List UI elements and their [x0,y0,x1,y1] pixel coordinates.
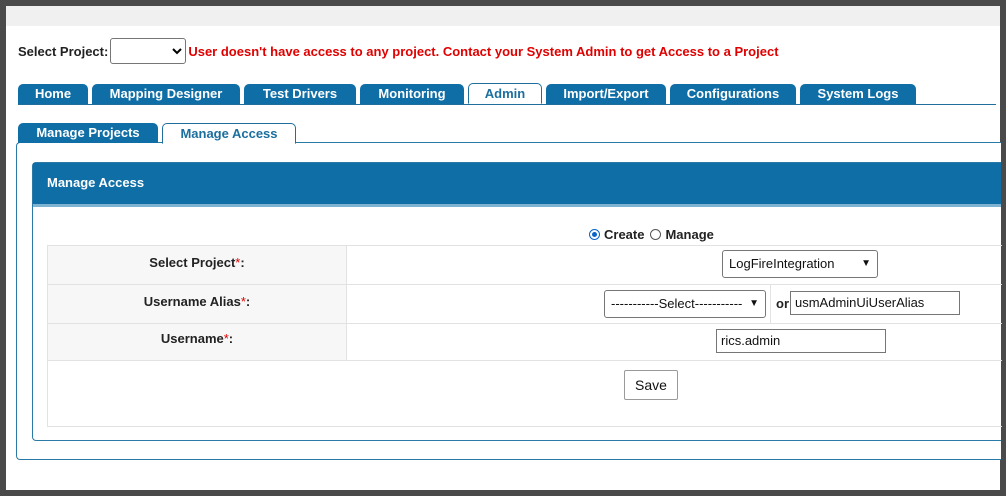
main-tab-bar: Home Mapping Designer Test Drivers Monit… [18,82,996,105]
colon: : [240,255,245,270]
create-radio[interactable] [589,228,600,240]
username-field-label: Username*: [48,324,347,360]
page: Select Project: User doesn't have access… [6,26,1002,490]
tab-manage-access[interactable]: Manage Access [162,123,296,144]
access-error-message: User doesn't have access to any project.… [188,43,779,59]
create-radio-label[interactable]: Create [604,227,644,242]
username-alias-row: Username Alias*: -----------Select------… [48,285,1002,324]
username-row: Username*: rics.admin [48,324,1002,361]
tab-home[interactable]: Home [18,84,88,104]
colon: : [245,294,251,309]
tab-mapping-designer[interactable]: Mapping Designer [92,84,240,104]
manage-access-title: Manage Access [33,163,1001,207]
select-project-row: Select Project*: LogFireIntegration ▼ [48,246,1002,285]
save-button[interactable]: Save [624,370,678,400]
tab-configurations[interactable]: Configurations [670,84,796,104]
username-alias-field-label: Username Alias*: [48,285,347,323]
username-text: Username [160,331,224,346]
tab-system-logs[interactable]: System Logs [800,84,916,104]
project-dropdown-value: LogFireIntegration [729,256,835,271]
tab-import-export[interactable]: Import/Export [546,84,666,104]
chevron-down-icon: ▼ [861,258,871,269]
select-project-label: Select Project: [18,43,109,59]
project-select[interactable] [110,38,187,64]
manage-radio[interactable] [650,228,662,240]
cell-divider [770,285,771,323]
project-bar: Select Project: User doesn't have access… [18,38,779,64]
manage-radio-label[interactable]: Manage [665,227,713,242]
tab-test-drivers[interactable]: Test Drivers [244,84,356,104]
access-form: Select Project*: LogFireIntegration ▼ Us… [47,245,1002,427]
select-project-text: Select Project [149,255,236,270]
mode-radio-group: Create Manage [589,223,714,245]
tab-admin[interactable]: Admin [468,83,542,104]
browser-frame: Select Project: User doesn't have access… [6,6,1002,490]
select-project-field-label: Select Project*: [48,246,347,284]
project-dropdown[interactable]: LogFireIntegration ▼ [722,250,878,278]
username-input[interactable]: rics.admin [716,329,886,353]
tab-manage-projects[interactable]: Manage Projects [18,123,158,143]
or-label: or [776,296,789,311]
manage-access-box: Manage Access Create Manage Select Proje… [32,162,1002,441]
alias-input[interactable]: usmAdminUiUserAlias [790,291,960,315]
alias-dropdown-value: -----------Select----------- [611,296,743,311]
chevron-down-icon: ▼ [749,298,759,309]
colon: : [228,331,234,346]
username-alias-text: Username Alias [143,294,241,309]
alias-dropdown[interactable]: -----------Select----------- ▼ [604,290,766,318]
tab-monitoring[interactable]: Monitoring [360,84,464,104]
